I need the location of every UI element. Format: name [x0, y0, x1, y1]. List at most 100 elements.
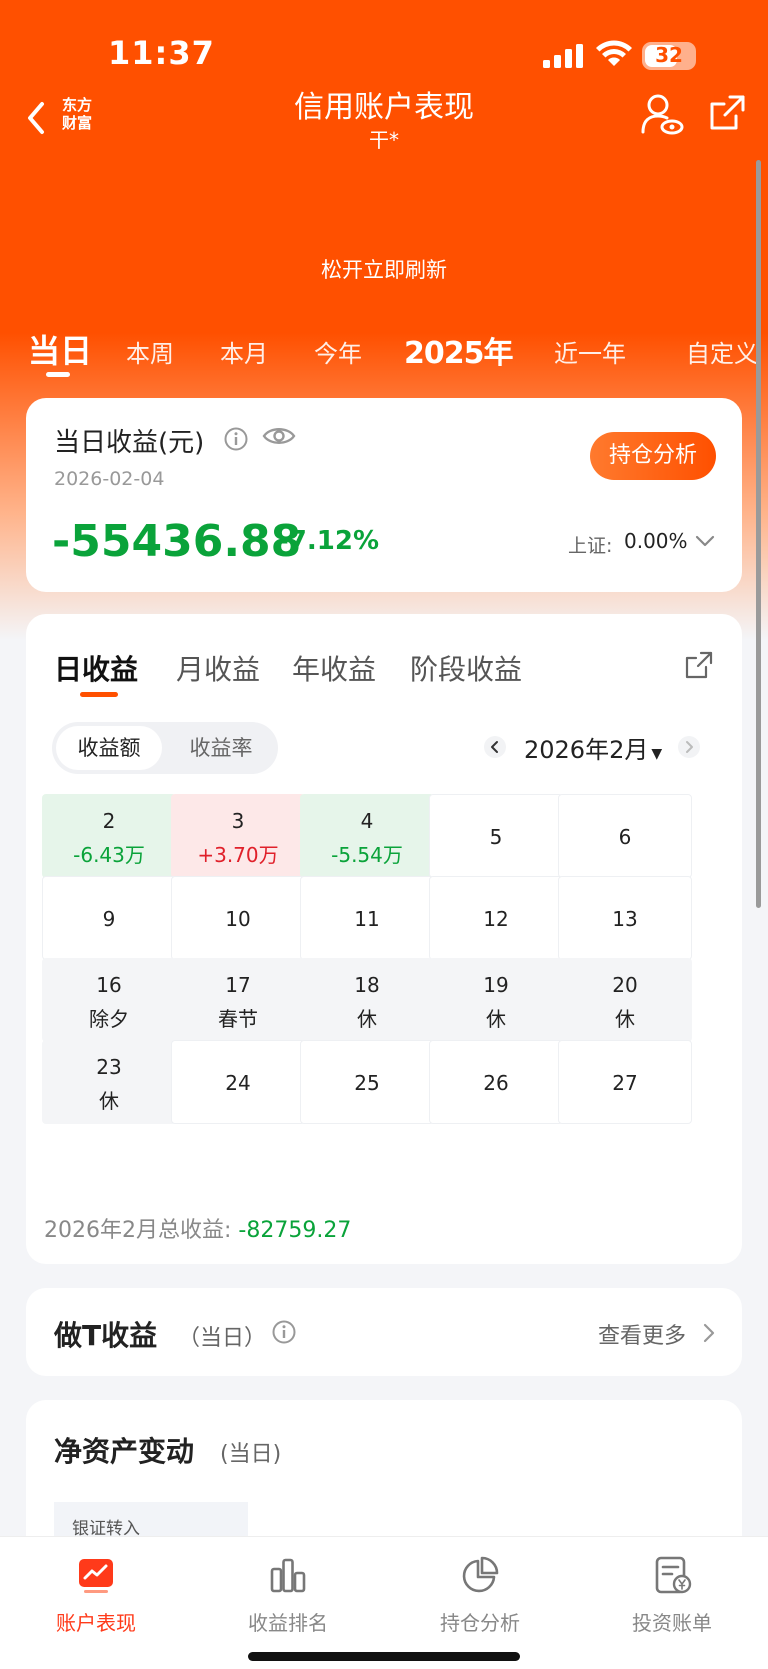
- calendar-day-cell[interactable]: 19 休: [429, 958, 563, 1042]
- cal-tab-underline: [80, 692, 118, 697]
- net-asset-sub: (当日): [220, 1442, 282, 1467]
- t-profit-title: 做T收益: [54, 1319, 158, 1352]
- tab-yearly-profit[interactable]: 年收益: [292, 648, 376, 688]
- bottom-tab-label: 投资账单: [632, 1611, 712, 1635]
- battery-indicator: 32: [642, 42, 696, 70]
- month-selector[interactable]: 2026年2月 ▼: [524, 730, 662, 765]
- bottom-tab-label: 收益排名: [248, 1611, 328, 1635]
- day-subtext: 春节: [218, 1007, 258, 1031]
- day-number: 18: [354, 973, 380, 997]
- bill-icon: [655, 1556, 692, 1594]
- scrollbar[interactable]: [756, 160, 761, 908]
- day-subtext: +3.70万: [197, 843, 279, 867]
- day-subtext: 休: [99, 1089, 119, 1113]
- bottom-tab-investment-bill[interactable]: 投资账单: [576, 1549, 768, 1635]
- calendar-day-cell[interactable]: 11: [300, 876, 434, 960]
- status-time: 11:37: [108, 34, 215, 72]
- t-profit-sub: （当日）: [178, 1326, 267, 1351]
- calendar-day-cell[interactable]: 26: [429, 1040, 563, 1124]
- day-number: 20: [612, 973, 638, 997]
- month-total-label: 2026年2月总收益:: [44, 1218, 232, 1243]
- user-view-icon[interactable]: [640, 92, 684, 136]
- chevron-left-icon[interactable]: [484, 736, 506, 758]
- toggle-amount[interactable]: 收益额: [56, 726, 162, 770]
- day-number: 13: [612, 907, 638, 931]
- day-number: 6: [618, 825, 632, 849]
- day-subtext: 休: [357, 1007, 377, 1031]
- period-tabs: 当日 本周 本月 今年 2025年 近一年 自定义: [0, 326, 768, 380]
- tab-this-year[interactable]: 今年: [314, 334, 362, 369]
- month-total-value: -82759.27: [238, 1218, 352, 1243]
- calendar-day-cell[interactable]: 18 休: [300, 958, 434, 1042]
- calendar-day-cell[interactable]: 16 除夕: [42, 958, 176, 1042]
- calendar-day-cell[interactable]: 27: [558, 1040, 692, 1124]
- day-subtext: 休: [615, 1007, 635, 1031]
- tab-last-year[interactable]: 近一年: [554, 334, 626, 369]
- export-icon[interactable]: [684, 650, 714, 680]
- bottom-tab-bar: 账户表现 收益排名 持仓分析 投资账单: [0, 1536, 768, 1669]
- calendar-day-cell[interactable]: 6: [558, 794, 692, 878]
- index-label: 上证:: [568, 535, 613, 557]
- bottom-tab-profit-ranking[interactable]: 收益排名: [192, 1549, 384, 1635]
- calendar-day-cell[interactable]: 23 休: [42, 1040, 176, 1124]
- calendar-day-cell[interactable]: 13: [558, 876, 692, 960]
- calendar-day-cell[interactable]: 4 -5.54万: [300, 794, 434, 878]
- bottom-tab-account-performance[interactable]: 账户表现: [0, 1549, 192, 1635]
- day-number: 26: [483, 1071, 509, 1095]
- day-number: 10: [225, 907, 251, 931]
- day-number: 5: [489, 825, 503, 849]
- profit-rate: -7.12%: [278, 526, 379, 556]
- tab-this-week[interactable]: 本周: [126, 334, 174, 369]
- bar-chart-icon: [270, 1558, 306, 1593]
- day-number: 11: [354, 907, 380, 931]
- holding-analysis-button[interactable]: 持仓分析: [590, 432, 716, 480]
- info-icon[interactable]: [224, 427, 248, 451]
- nav-bar: 东方财富 信用账户表现 干*: [0, 80, 768, 160]
- bottom-tab-label: 持仓分析: [440, 1611, 520, 1635]
- cellular-signal-icon: [543, 44, 583, 68]
- chevron-down-icon[interactable]: [694, 532, 716, 550]
- calendar-day-cell[interactable]: 2 -6.43万: [42, 794, 176, 878]
- tab-stage-profit[interactable]: 阶段收益: [410, 648, 522, 688]
- pull-refresh-hint: 松开立即刷新: [321, 258, 447, 282]
- day-number: 24: [225, 1071, 251, 1095]
- calendar-day-cell[interactable]: 20 休: [558, 958, 692, 1042]
- share-icon[interactable]: [708, 94, 746, 132]
- caret-down-icon: ▼: [651, 746, 663, 762]
- day-number: 25: [354, 1071, 380, 1095]
- bottom-tab-holding-analysis[interactable]: 持仓分析: [384, 1549, 576, 1635]
- day-number: 19: [483, 973, 509, 997]
- t-trade-profit-card[interactable]: 做T收益 （当日） 查看更多: [26, 1288, 742, 1376]
- month-label: 2026年2月: [524, 736, 649, 764]
- see-more-link[interactable]: 查看更多: [598, 1318, 686, 1350]
- index-value[interactable]: 0.00%: [624, 529, 688, 553]
- info-icon[interactable]: [272, 1320, 296, 1344]
- tab-monthly-profit[interactable]: 月收益: [176, 648, 260, 688]
- day-number: 17: [225, 973, 251, 997]
- chevron-right-icon[interactable]: [702, 1322, 716, 1344]
- status-bar: 11:37 32: [0, 0, 768, 90]
- calendar-day-cell[interactable]: 9: [42, 876, 176, 960]
- profit-amount: -55436.88: [52, 516, 302, 567]
- chevron-right-icon[interactable]: [678, 736, 700, 758]
- toggle-rate[interactable]: 收益率: [168, 726, 274, 770]
- tab-this-month[interactable]: 本月: [220, 334, 268, 369]
- calendar-day-cell[interactable]: 24: [171, 1040, 305, 1124]
- tab-today[interactable]: 当日: [28, 326, 92, 372]
- calendar-day-cell[interactable]: 25: [300, 1040, 434, 1124]
- tab-year-2025[interactable]: 2025年: [404, 328, 513, 372]
- tab-custom[interactable]: 自定义: [686, 334, 758, 369]
- calendar-day-cell[interactable]: 12: [429, 876, 563, 960]
- profit-title: 当日收益(元): [54, 428, 205, 458]
- battery-level: 32: [655, 43, 683, 67]
- profit-date: 2026-02-04: [54, 468, 165, 490]
- line-chart-icon: [79, 1559, 113, 1593]
- day-number: 12: [483, 907, 509, 931]
- calendar-day-cell[interactable]: 3 +3.70万: [171, 794, 305, 878]
- eye-icon[interactable]: [262, 424, 296, 448]
- calendar-day-cell[interactable]: 17 春节: [171, 958, 305, 1042]
- calendar-day-cell[interactable]: 10: [171, 876, 305, 960]
- calendar-day-cell[interactable]: 5: [429, 794, 563, 878]
- tab-daily-profit[interactable]: 日收益: [54, 648, 138, 688]
- month-total: 2026年2月总收益: -82759.27: [44, 1212, 351, 1244]
